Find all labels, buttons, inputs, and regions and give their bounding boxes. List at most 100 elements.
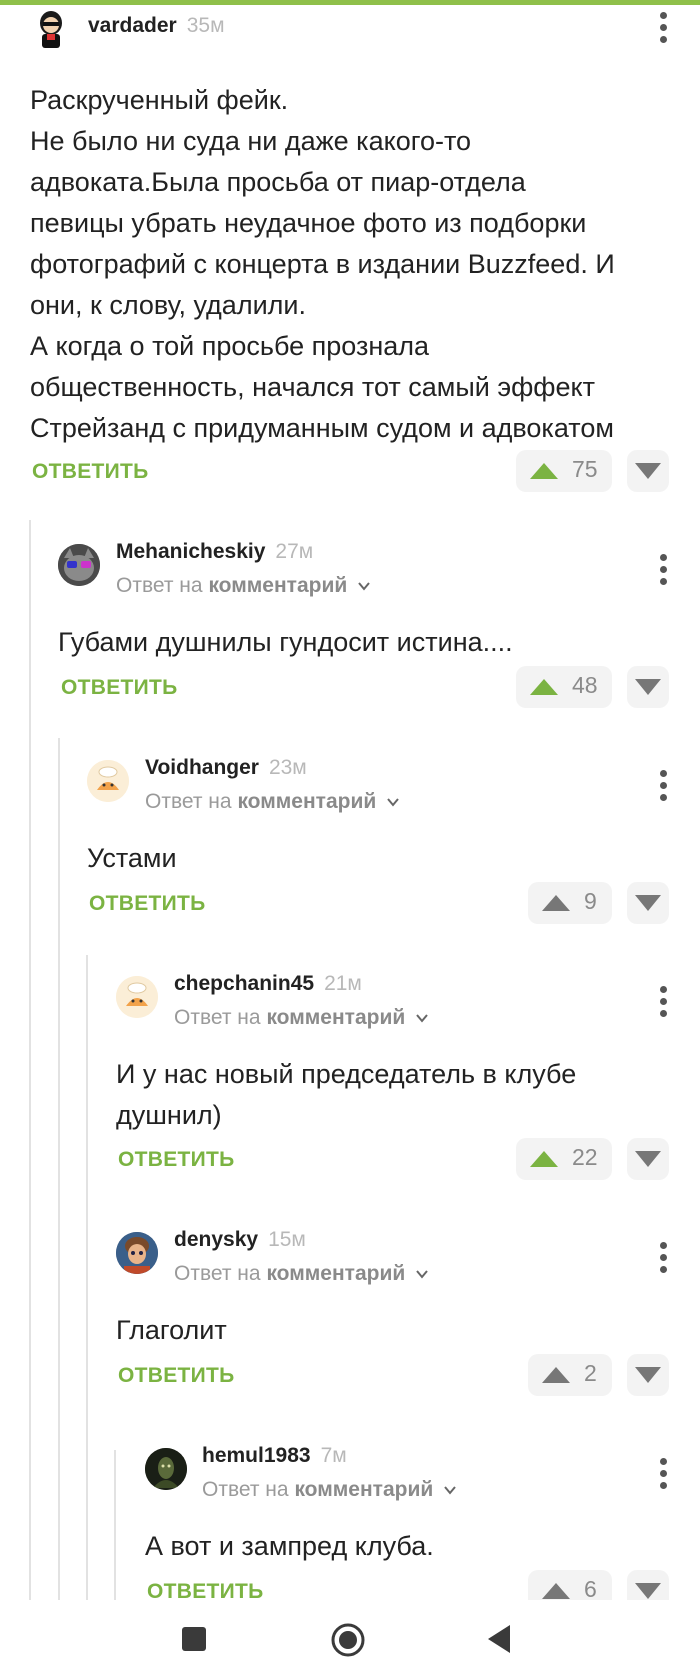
chevron-down-icon[interactable] [415,1267,429,1281]
more-options-icon[interactable] [652,982,676,1022]
reply-to-prefix: Ответ на [202,1478,289,1501]
arrow-down-icon [635,463,661,479]
comment-line: Глаголит [116,1315,227,1345]
more-options-icon[interactable] [652,8,676,48]
comment-line: А когда о той просьбе прознала [30,331,430,361]
avatar[interactable] [30,8,72,50]
reply-button[interactable]: ОТВЕТИТЬ [118,1364,235,1388]
username[interactable]: chepchanin45 [174,972,314,995]
rating-count: 6 [584,1576,597,1600]
upvote-button[interactable]: 6 [528,1570,612,1600]
rating-count: 2 [584,1360,597,1386]
comment: hemul1983 7м Ответ на комментарий А вот и… [0,1434,700,1600]
arrow-down-icon [635,1367,661,1383]
reply-to-target[interactable]: комментарий [266,1262,405,1285]
comment-line: Устами [87,843,177,873]
comment-time: 15м [268,1228,306,1251]
avatar[interactable] [116,1232,158,1274]
comment: Voidhanger 23м Ответ на комментарий Устам… [0,746,700,936]
rating-count: 9 [584,888,597,914]
comment-line: Губами душнилы гундосит истина.... [58,627,513,657]
upvote-button[interactable]: 48 [516,666,612,708]
comment-line: Не было ни суда ни даже какого-то [30,126,472,156]
reply-to-prefix: Ответ на [145,790,232,813]
more-options-icon[interactable] [652,550,676,590]
reply-button[interactable]: ОТВЕТИТЬ [147,1580,264,1600]
rating-count: 48 [572,672,598,698]
comment-time: 21м [324,972,362,995]
downvote-button[interactable] [627,1354,669,1396]
home-icon[interactable] [330,1622,366,1658]
arrow-up-icon [542,1583,570,1599]
reply-to-link[interactable]: Ответ на комментарий [145,790,400,814]
comment-author[interactable]: Mehanicheskiy 27м [116,540,313,564]
avatar[interactable] [58,544,100,586]
avatar[interactable] [116,976,158,1018]
recent-apps-icon[interactable] [181,1626,207,1652]
back-icon[interactable] [486,1624,512,1654]
avatar[interactable] [87,760,129,802]
username[interactable]: Mehanicheskiy [116,540,265,563]
reply-to-link[interactable]: Ответ на комментарий [174,1006,429,1030]
comment-line: Стрейзанд с придуманным судом и адвокато… [30,413,614,443]
reply-to-link[interactable]: Ответ на комментарий [116,574,371,598]
reply-to-prefix: Ответ на [116,574,203,597]
arrow-up-icon [542,895,570,911]
comment-line: они, к слову, удалили. [30,290,306,320]
chevron-down-icon[interactable] [415,1011,429,1025]
reply-button[interactable]: ОТВЕТИТЬ [61,676,178,700]
comment-author[interactable]: denysky 15м [174,1228,306,1252]
reply-button[interactable]: ОТВЕТИТЬ [32,460,149,484]
comment-line: общественность, начался тот самый эффект [30,372,596,402]
more-options-icon[interactable] [652,1238,676,1278]
comment-line: адвоката.Была просьба от пиар-отдела [30,167,526,197]
system-navigation-bar [0,1600,700,1680]
more-options-icon[interactable] [652,766,676,806]
reply-to-link[interactable]: Ответ на комментарий [202,1478,457,1502]
reply-button[interactable]: ОТВЕТИТЬ [89,892,206,916]
chevron-down-icon[interactable] [386,795,400,809]
arrow-up-icon [542,1367,570,1383]
reply-to-prefix: Ответ на [174,1262,261,1285]
username[interactable]: Voidhanger [145,756,259,779]
comment-author[interactable]: chepchanin45 21м [174,972,362,996]
comment-line: певицы убрать неудачное фото из подборки [30,208,587,238]
reply-to-target[interactable]: комментарий [208,574,347,597]
comment-time: 35м [186,14,225,37]
comment-author[interactable]: Voidhanger 23м [145,756,307,780]
chevron-down-icon[interactable] [357,579,371,593]
username[interactable]: denysky [174,1228,258,1251]
downvote-button[interactable] [627,882,669,924]
reply-to-target[interactable]: комментарий [237,790,376,813]
username[interactable]: vardader [88,14,177,37]
downvote-button[interactable] [627,450,669,492]
rating-count: 22 [572,1144,598,1170]
upvote-button[interactable]: 22 [516,1138,612,1180]
comment-line: Раскрученный фейк. [30,85,289,115]
username[interactable]: hemul1983 [202,1444,311,1467]
reply-button[interactable]: ОТВЕТИТЬ [118,1148,235,1172]
comment-time: 27м [275,540,314,563]
more-options-icon[interactable] [652,1454,676,1494]
chevron-down-icon[interactable] [443,1483,457,1497]
upvote-button[interactable]: 9 [528,882,612,924]
arrow-down-icon [635,895,661,911]
downvote-button[interactable] [627,1138,669,1180]
downvote-button[interactable] [627,1570,669,1600]
comment-line: душнил) [116,1100,222,1130]
reply-to-prefix: Ответ на [174,1006,261,1029]
downvote-button[interactable] [627,666,669,708]
arrow-down-icon [635,1583,661,1599]
comment-author[interactable]: vardader 35м [88,14,225,38]
reply-to-target[interactable]: комментарий [266,1006,405,1029]
reply-to-target[interactable]: комментарий [294,1478,433,1501]
avatar[interactable] [145,1448,187,1490]
comment-author[interactable]: hemul1983 7м [202,1444,347,1468]
upvote-button[interactable]: 2 [528,1354,612,1396]
arrow-up-icon [530,679,558,695]
upvote-button[interactable]: 75 [516,450,612,492]
comment-line: А вот и зампред клуба. [145,1531,434,1561]
comment-body: Губами душнилы гундосит истина.... [58,622,678,663]
comment-time: 7м [320,1444,347,1467]
reply-to-link[interactable]: Ответ на комментарий [174,1262,429,1286]
